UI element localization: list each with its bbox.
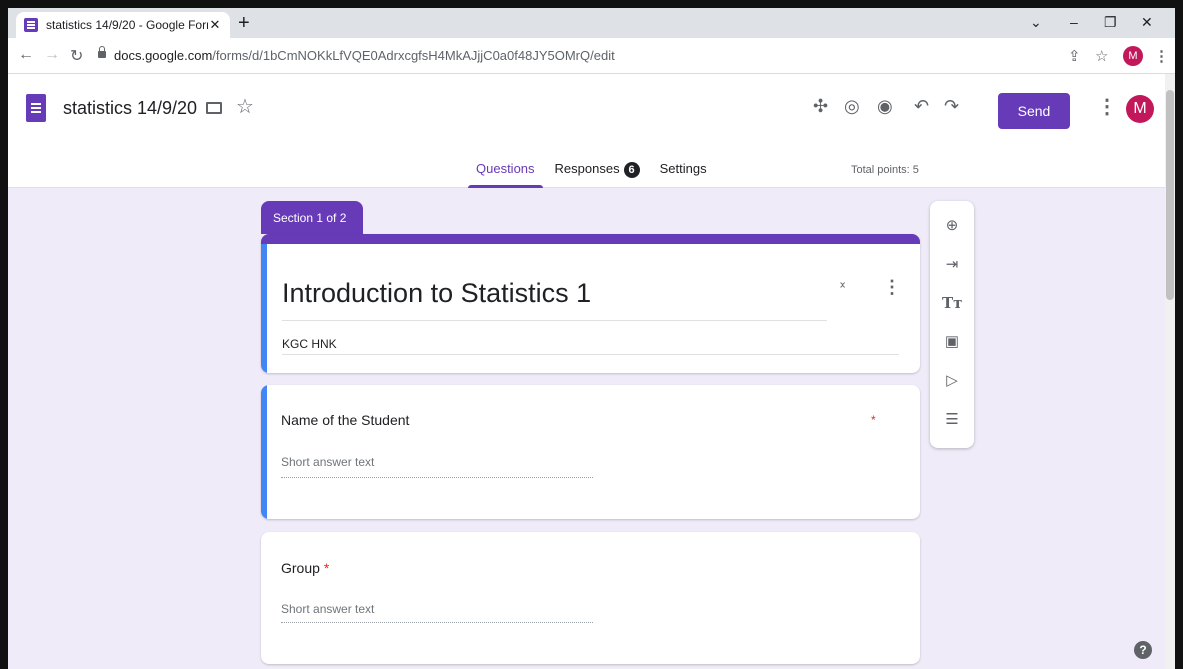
url-host: docs.google.com [114,48,213,63]
undo-icon[interactable]: ↶ [914,96,929,117]
question-toolbar: ⊕ ⇥ Tт ▣ ▷ ☰ [930,201,974,448]
add-video-icon[interactable]: ▷ [942,371,962,391]
total-points: Total points: 5 [851,164,919,176]
question-card[interactable]: Group * Short answer text [261,532,920,664]
url-path: /forms/d/1bCmNOKkLfVQE0AdrxcgfsH4MkAJjjC… [212,48,615,63]
menu-icon[interactable]: ⋮ [1154,47,1169,65]
forms-favicon-icon [24,18,38,32]
tab-strip: statistics 14/9/20 - Google Forms ✕ + ⌄ … [8,8,1175,38]
addons-icon[interactable]: ✣ [813,96,828,117]
forms-header: statistics 14/9/20 ☆ ✣ ◎ ◉ ↶ ↷ Send ⋮ M … [8,74,1175,188]
import-questions-icon[interactable]: ⇥ [942,255,962,275]
restore-icon[interactable]: ❐ [1104,14,1117,31]
help-icon[interactable]: ? [1134,641,1152,659]
close-icon[interactable]: ✕ [1141,14,1153,31]
share-icon[interactable]: ⇪ [1068,47,1081,65]
add-title-icon[interactable]: Tт [942,293,962,313]
doc-title[interactable]: statistics 14/9/20 [63,98,197,119]
form-description[interactable]: KGC HNK [282,337,337,351]
collapse-icon[interactable]: ⌄ ⌃ [838,277,847,296]
bookmark-star-icon[interactable]: ☆ [1095,47,1108,65]
folder-icon[interactable] [206,102,222,114]
question-title: Name of the Student [281,412,410,428]
add-section-icon[interactable]: ☰ [942,410,962,430]
required-asterisk: * [323,560,330,576]
question-title: Group * [281,560,329,576]
new-tab-button[interactable]: + [238,12,250,34]
card-more-icon[interactable]: ⋮ [883,277,901,298]
tab-settings[interactable]: Settings [652,158,715,188]
reload-icon[interactable]: ↻ [70,46,83,66]
address-toolbar: ← → ↻ docs.google.com/forms/d/1bCmNOKkLf… [8,38,1175,74]
question-card[interactable]: Name of the Student * Short answer text [261,385,920,519]
browser-window: statistics 14/9/20 - Google Forms ✕ + ⌄ … [8,8,1175,669]
chevron-down-icon[interactable]: ⌄ [1030,14,1042,31]
forward-icon[interactable]: → [44,46,60,64]
form-title-card[interactable]: Introduction to Statistics 1 ⌄ ⌃ ⋮ KGC HN… [261,234,920,373]
title-underline [282,320,827,321]
short-answer-placeholder: Short answer text [281,455,375,469]
focus-indicator [261,244,267,373]
add-question-icon[interactable]: ⊕ [942,216,962,236]
lock-icon [98,46,106,58]
tab-questions[interactable]: Questions [468,158,543,188]
required-asterisk: * [871,413,876,427]
account-avatar[interactable]: M [1126,95,1154,123]
preview-icon[interactable]: ◉ [877,96,893,117]
tab-close-icon[interactable]: ✕ [208,17,222,33]
section-label: Section 1 of 2 [261,201,363,234]
scroll-thumb[interactable] [1166,90,1174,300]
address-bar[interactable]: docs.google.com/forms/d/1bCmNOKkLfVQE0Ad… [114,48,615,63]
more-vert-icon[interactable]: ⋮ [1097,94,1117,119]
profile-avatar[interactable]: M [1123,46,1143,66]
tab-responses-label: Responses [554,161,620,176]
send-button[interactable]: Send [998,93,1070,129]
description-underline [282,354,899,355]
form-title[interactable]: Introduction to Statistics 1 [282,278,591,309]
add-image-icon[interactable]: ▣ [942,332,962,352]
palette-icon[interactable]: ◎ [844,96,860,117]
browser-tab[interactable]: statistics 14/9/20 - Google Forms ✕ [16,12,230,38]
forms-logo-icon[interactable] [26,94,46,122]
form-tabs: Questions Responses 6 Settings [468,158,719,188]
tab-title: statistics 14/9/20 - Google Forms [46,18,208,32]
focus-indicator [261,385,267,519]
answer-underline [281,477,593,478]
short-answer-placeholder: Short answer text [281,602,375,616]
redo-icon[interactable]: ↷ [944,96,959,117]
star-icon[interactable]: ☆ [236,94,254,119]
answer-underline [281,622,593,623]
back-icon[interactable]: ← [18,46,34,64]
responses-count-badge: 6 [623,162,640,178]
scrollbar[interactable] [1165,74,1175,669]
tab-responses[interactable]: Responses 6 [547,158,648,188]
question-title-text: Group [281,560,320,576]
minimize-icon[interactable]: – [1070,14,1078,30]
